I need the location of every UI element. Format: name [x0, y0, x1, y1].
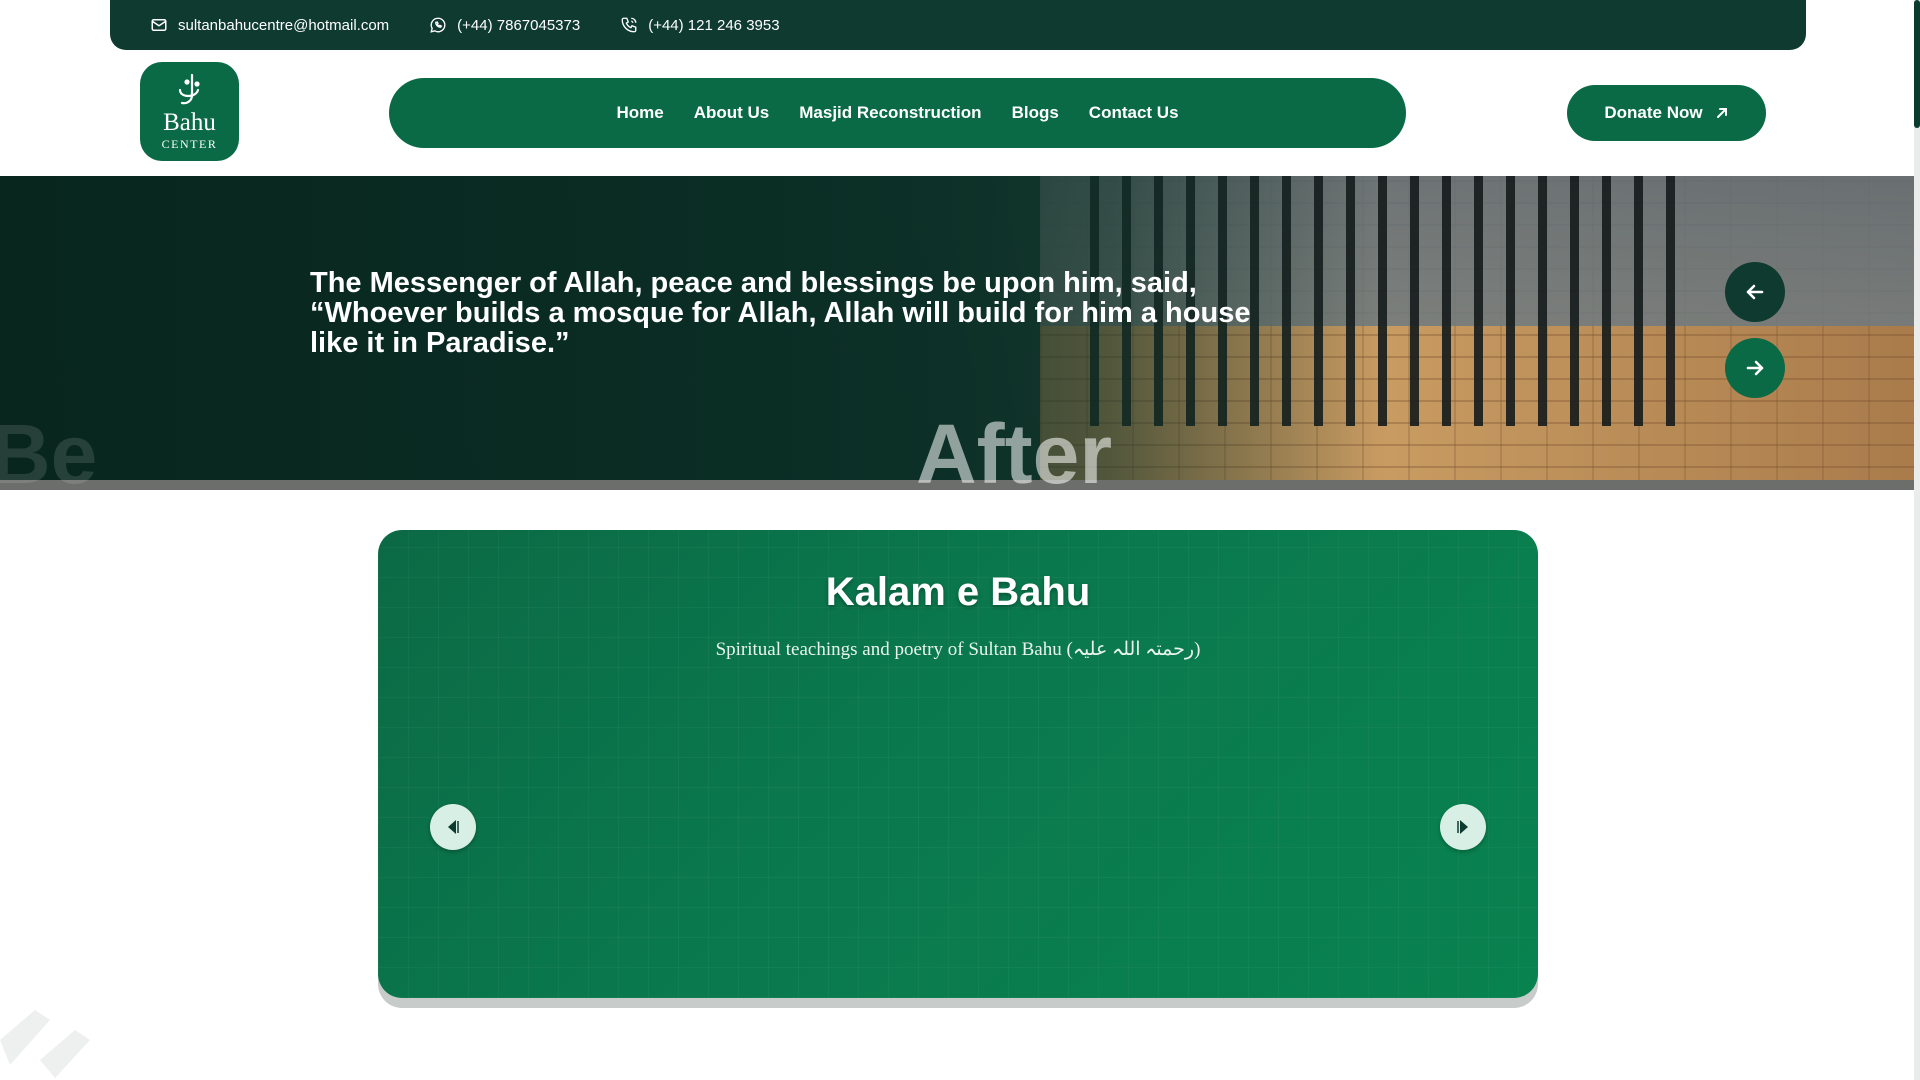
triangle-right-icon	[1457, 820, 1468, 834]
calligraphy-logo-icon	[178, 73, 200, 104]
phone-contact[interactable]: (+44) 121 246 3953	[620, 16, 780, 34]
logo-name: Bahu	[163, 108, 216, 136]
hero-slider: Be After The Messenger of Allah, peace a…	[0, 176, 1914, 490]
email-contact[interactable]: sultanbahucentre@hotmail.com	[150, 16, 389, 34]
hero-quote: The Messenger of Allah, peace and blessi…	[310, 267, 1251, 359]
whatsapp-contact[interactable]: (+44) 7867045373	[429, 16, 580, 34]
envelope-icon	[151, 19, 167, 31]
arrow-right-icon	[1746, 360, 1764, 376]
kalam-e-bahu-section: Kalam e Bahu Spiritual teachings and poe…	[378, 530, 1538, 998]
kalam-subtitle: Spiritual teachings and poetry of Sultan…	[715, 639, 1201, 660]
main-navigation: Home About Us Masjid Reconstruction Blog…	[389, 78, 1406, 148]
nav-masjid-reconstruction[interactable]: Masjid Reconstruction	[799, 103, 981, 123]
phone-text[interactable]: (+44) 121 246 3953	[648, 17, 779, 34]
phone-icon	[621, 17, 637, 33]
decorative-brush-mark	[0, 1010, 90, 1078]
kalam-title: Kalam e Bahu	[825, 570, 1091, 614]
page-scrollbar[interactable]	[1914, 0, 1920, 1080]
nav-contact-us[interactable]: Contact Us	[1089, 103, 1179, 123]
arrow-up-right-icon	[1716, 108, 1727, 118]
logo-subtitle: CENTER	[161, 136, 218, 151]
hero-prev-button[interactable]	[1725, 262, 1785, 322]
scrollbar-thumb[interactable]	[1914, 0, 1920, 128]
arrow-left-icon	[1746, 284, 1764, 300]
nav-about-us[interactable]: About Us	[694, 103, 770, 123]
hero-watermark-after: After	[916, 407, 1113, 490]
hero-next-button[interactable]	[1725, 338, 1785, 398]
triangle-left-icon	[448, 820, 459, 834]
contact-topbar: sultanbahucentre@hotmail.com (+44) 78670…	[110, 0, 1806, 50]
nav-home[interactable]: Home	[616, 103, 663, 123]
whatsapp-text[interactable]: (+44) 7867045373	[457, 17, 580, 34]
kalam-prev-button[interactable]	[430, 804, 476, 850]
email-text[interactable]: sultanbahucentre@hotmail.com	[178, 17, 389, 34]
nav-blogs[interactable]: Blogs	[1012, 103, 1059, 123]
donate-now-button[interactable]: Donate Now	[1567, 85, 1766, 141]
kalam-next-button[interactable]	[1440, 804, 1486, 850]
bahu-center-logo[interactable]: Bahu CENTER	[140, 62, 239, 161]
hero-watermark-before: Be	[0, 407, 98, 490]
whatsapp-icon	[430, 17, 446, 33]
donate-label: Donate Now	[1604, 103, 1703, 122]
